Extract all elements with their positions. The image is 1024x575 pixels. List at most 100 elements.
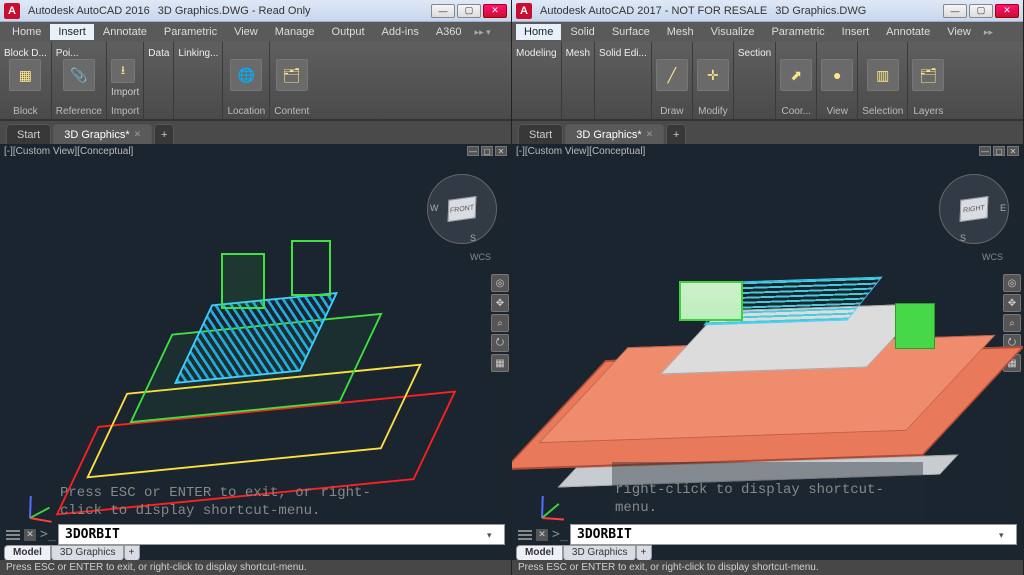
cmd-history-dropdown-icon[interactable]: ▾	[999, 530, 1011, 540]
dropdown-block-d[interactable]: Block D...	[4, 48, 47, 59]
zoom-icon[interactable]: ⌕	[1003, 314, 1021, 332]
maximize-button[interactable]: ▢	[969, 4, 993, 18]
tab-close-icon[interactable]: ✕	[134, 129, 142, 140]
tab-new-button[interactable]: +	[154, 124, 174, 144]
tab-home[interactable]: Home	[516, 24, 561, 40]
tab-parametric[interactable]: Parametric	[156, 24, 225, 40]
layout-tab-3dgraphics[interactable]: 3D Graphics	[563, 545, 637, 561]
cmd-close-icon[interactable]: ✕	[536, 529, 548, 541]
vp-minimize-icon[interactable]: —	[979, 146, 991, 156]
block-insert-icon[interactable]: ▦	[9, 59, 41, 91]
tab-view[interactable]: View	[226, 24, 266, 40]
content-icon[interactable]: 🗂	[276, 59, 308, 91]
vp-close-icon[interactable]: ✕	[495, 146, 507, 156]
cmd-history-dropdown-icon[interactable]: ▾	[487, 530, 499, 540]
viewcube-face[interactable]: FRONT	[448, 196, 477, 222]
tab-start[interactable]: Start	[6, 124, 51, 144]
close-button[interactable]: ✕	[483, 4, 507, 18]
vp-minimize-icon[interactable]: —	[467, 146, 479, 156]
titlebar[interactable]: A Autodesk AutoCAD 2017 - NOT FOR RESALE…	[512, 0, 1023, 22]
tab-start[interactable]: Start	[518, 124, 563, 144]
tab-a360[interactable]: A360	[428, 24, 470, 40]
viewport-label[interactable]: [-][Custom View][Conceptual]	[4, 146, 133, 157]
tab-new-button[interactable]: +	[666, 124, 686, 144]
view-sphere-icon[interactable]: ●	[821, 59, 853, 91]
selection-filter-icon[interactable]: ▥	[867, 59, 899, 91]
pan-icon[interactable]: ✥	[1003, 294, 1021, 312]
ucs-icon[interactable]	[522, 485, 562, 525]
command-line[interactable]: ✕ >_ ▾	[518, 524, 1017, 545]
tabs-overflow-icon[interactable]: ▸▸ ▾	[475, 27, 491, 38]
viewport-label[interactable]: [-][Custom View][Conceptual]	[516, 146, 645, 157]
move-gizmo-icon[interactable]: ✛	[697, 59, 729, 91]
tabs-overflow-icon[interactable]: ▸▸	[984, 27, 993, 38]
status-bar: Press ESC or ENTER to exit, or right-cli…	[512, 560, 1023, 575]
dropdown-data[interactable]: Data	[148, 48, 169, 59]
tab-file-3dgraphics[interactable]: 3D Graphics* ✕	[53, 124, 152, 144]
layout-tab-model[interactable]: Model	[516, 545, 563, 561]
orbit-icon[interactable]: ⭮	[491, 334, 509, 352]
command-input[interactable]	[570, 524, 1017, 545]
cmd-drag-handle-icon[interactable]	[6, 530, 20, 540]
tab-file-3dgraphics[interactable]: 3D Graphics* ✕	[565, 124, 664, 144]
vp-restore-icon[interactable]: ▢	[481, 146, 493, 156]
tab-output[interactable]: Output	[324, 24, 373, 40]
navwheel-icon[interactable]: ◎	[491, 274, 509, 292]
close-button[interactable]: ✕	[995, 4, 1019, 18]
tab-parametric[interactable]: Parametric	[763, 24, 832, 40]
dropdown-section[interactable]: Section	[738, 48, 771, 59]
cmd-prompt-icon: >_	[40, 527, 54, 542]
command-line[interactable]: ✕ >_ ▾	[6, 524, 505, 545]
ucs-icon[interactable]: ⬈	[780, 59, 812, 91]
pan-icon[interactable]: ✥	[491, 294, 509, 312]
reference-icon[interactable]: 📎	[63, 59, 95, 91]
layout-tab-3dgraphics[interactable]: 3D Graphics	[51, 545, 125, 561]
tab-annotate[interactable]: Annotate	[95, 24, 155, 40]
dropdown-modeling[interactable]: Modeling	[516, 48, 557, 59]
tab-close-icon[interactable]: ✕	[646, 129, 654, 140]
layout-tab-add[interactable]: +	[124, 545, 140, 561]
compass-w: W	[430, 203, 439, 213]
cmd-close-icon[interactable]: ✕	[24, 529, 36, 541]
dropdown-solid-edit[interactable]: Solid Edi...	[599, 48, 647, 59]
tab-insert[interactable]: Insert	[50, 24, 94, 40]
ucs-icon[interactable]	[10, 485, 50, 525]
maximize-button[interactable]: ▢	[457, 4, 481, 18]
viewcube[interactable]: E S RIGHT	[939, 174, 1009, 244]
tab-visualize[interactable]: Visualize	[703, 24, 763, 40]
dropdown-poi[interactable]: Poi...	[56, 48, 79, 59]
viewcube-face[interactable]: RIGHT	[960, 196, 989, 222]
viewport[interactable]: [-][Custom View][Conceptual] — ▢ ✕ E S R…	[512, 144, 1023, 575]
tab-addins[interactable]: Add-ins	[374, 24, 427, 40]
cmd-drag-handle-icon[interactable]	[518, 530, 532, 540]
layers-icon[interactable]: 🗂	[912, 59, 944, 91]
tab-manage[interactable]: Manage	[267, 24, 323, 40]
ribbon-group-selection: . ▥ Selection	[858, 42, 908, 119]
layout-tab-add[interactable]: +	[636, 545, 652, 561]
showmotion-icon[interactable]: ▦	[491, 354, 509, 372]
tab-mesh[interactable]: Mesh	[659, 24, 702, 40]
tab-home[interactable]: Home	[4, 24, 49, 40]
tab-surface[interactable]: Surface	[604, 24, 658, 40]
location-icon[interactable]: 🌐	[230, 59, 262, 91]
line-draw-icon[interactable]: ╱	[656, 59, 688, 91]
navwheel-icon[interactable]: ◎	[1003, 274, 1021, 292]
app-logo-icon[interactable]: A	[4, 3, 20, 19]
import-icon[interactable]: ⭳	[111, 59, 135, 83]
vp-close-icon[interactable]: ✕	[1007, 146, 1019, 156]
tab-annotate[interactable]: Annotate	[878, 24, 938, 40]
app-logo-icon[interactable]: A	[516, 3, 532, 19]
tab-view[interactable]: View	[939, 24, 979, 40]
dropdown-mesh[interactable]: Mesh	[566, 48, 590, 59]
minimize-button[interactable]: —	[431, 4, 455, 18]
vp-restore-icon[interactable]: ▢	[993, 146, 1005, 156]
dropdown-linking[interactable]: Linking...	[178, 48, 218, 59]
command-input[interactable]	[58, 524, 505, 545]
tab-insert[interactable]: Insert	[834, 24, 878, 40]
minimize-button[interactable]: —	[943, 4, 967, 18]
layout-tab-model[interactable]: Model	[4, 545, 51, 561]
viewport[interactable]: [-][Custom View][Conceptual] — ▢ ✕ W S F…	[0, 144, 511, 575]
titlebar[interactable]: A Autodesk AutoCAD 2016 3D Graphics.DWG …	[0, 0, 511, 22]
tab-solid[interactable]: Solid	[562, 24, 602, 40]
zoom-icon[interactable]: ⌕	[491, 314, 509, 332]
